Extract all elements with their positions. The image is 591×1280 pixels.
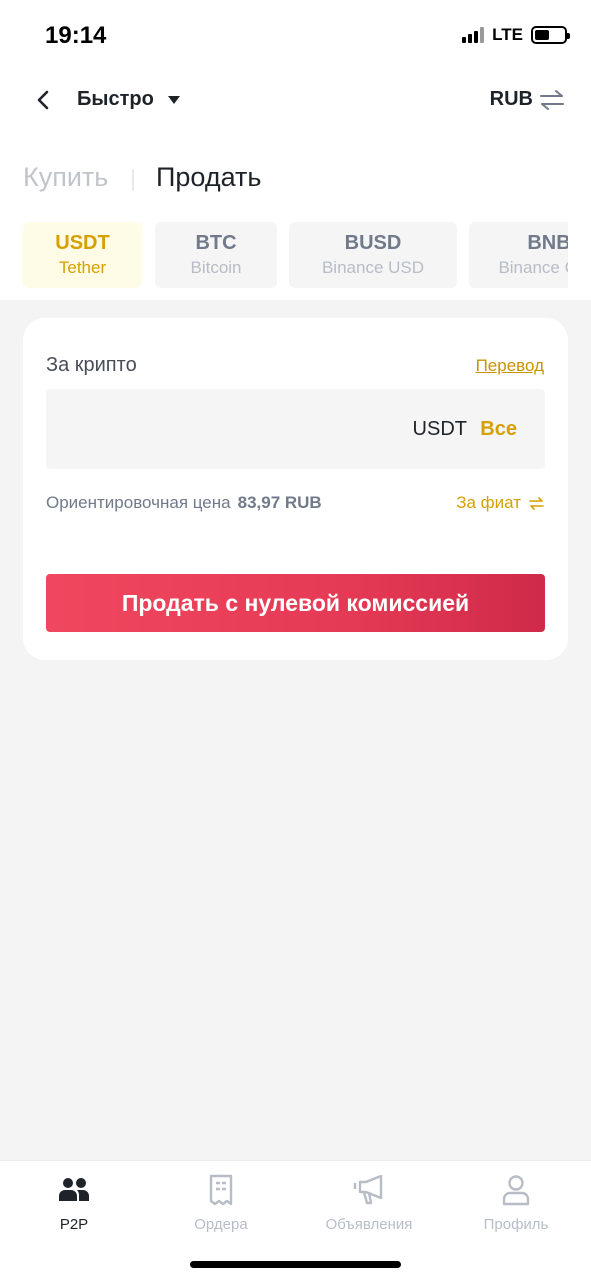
battery-fill [535,30,549,40]
nav-label: Ордера [194,1216,248,1233]
swap-icon [529,496,544,510]
currency-label: RUB [489,88,533,110]
nav-item-profile[interactable]: Профиль [442,1173,590,1233]
battery-icon [531,26,570,44]
swap-icon [540,89,564,110]
all-button[interactable]: Все [480,418,517,441]
coin-selector: USDT Tether BTC Bitcoin BUSD Binance USD… [23,222,568,290]
users-icon [59,1178,89,1201]
coin-name: Binance Coin [498,258,568,277]
nav-item-orders[interactable]: Ордера [147,1173,295,1233]
top-section: 19:14 LTE Быстро RUB Купить Продать USDT… [0,0,591,300]
coin-symbol: USDT [55,232,110,254]
currency-selector[interactable]: RUB [490,88,565,111]
tab-sell[interactable]: Продать [156,162,261,193]
signal-icon [462,27,485,43]
receipt-icon [209,1174,233,1206]
price-value: 83,97 RUB [237,493,322,512]
coin-name: Binance USD [321,258,425,277]
price-label: Ориентировочная цена [46,493,231,512]
nav-label: Объявления [325,1216,413,1233]
coin-symbol: BTC [195,232,237,254]
megaphone-icon [353,1174,383,1205]
mode-dropdown[interactable]: Быстро [77,88,180,111]
chevron-left-icon[interactable] [32,87,56,113]
nav-label: Профиль [483,1216,549,1233]
coin-chip-btc[interactable]: BTC Bitcoin [155,222,277,288]
reference-price: Ориентировочная цена 83,97 RUB [46,493,322,513]
fiat-toggle-label: За фиат [456,493,521,512]
coin-chip-busd[interactable]: BUSD Binance USD [289,222,457,288]
coin-name: Tether [58,258,107,277]
nav-item-p2p[interactable]: P2P [0,1173,148,1233]
nav-label: P2P [59,1216,89,1233]
coin-name: Bitcoin [190,258,242,277]
sell-button[interactable]: Продать с нулевой комиссией [46,574,545,632]
transfer-link[interactable]: Перевод [476,356,544,376]
amount-input[interactable]: USDT Все [46,389,545,469]
amount-label: За крипто [46,354,137,376]
caret-down-icon [167,95,180,104]
fiat-toggle[interactable]: За фиат [456,493,544,513]
tab-divider [132,169,134,191]
input-unit: USDT [412,418,467,440]
user-icon [502,1175,530,1206]
network-label: LTE [492,25,523,44]
tab-buy[interactable]: Купить [23,162,108,193]
status-indicators: LTE [462,24,570,46]
coin-symbol: BNB [527,232,568,254]
trade-card: За крипто Перевод USDT Все Ориентировочн… [23,318,568,660]
home-indicator [190,1261,401,1268]
nav-item-ads[interactable]: Объявления [295,1173,443,1233]
status-time: 19:14 [45,22,107,49]
mode-label: Быстро [77,88,154,110]
coin-symbol: BUSD [344,232,402,254]
coin-chip-bnb[interactable]: BNB Binance Coin [469,222,568,288]
coin-chip-usdt[interactable]: USDT Tether [23,222,142,288]
